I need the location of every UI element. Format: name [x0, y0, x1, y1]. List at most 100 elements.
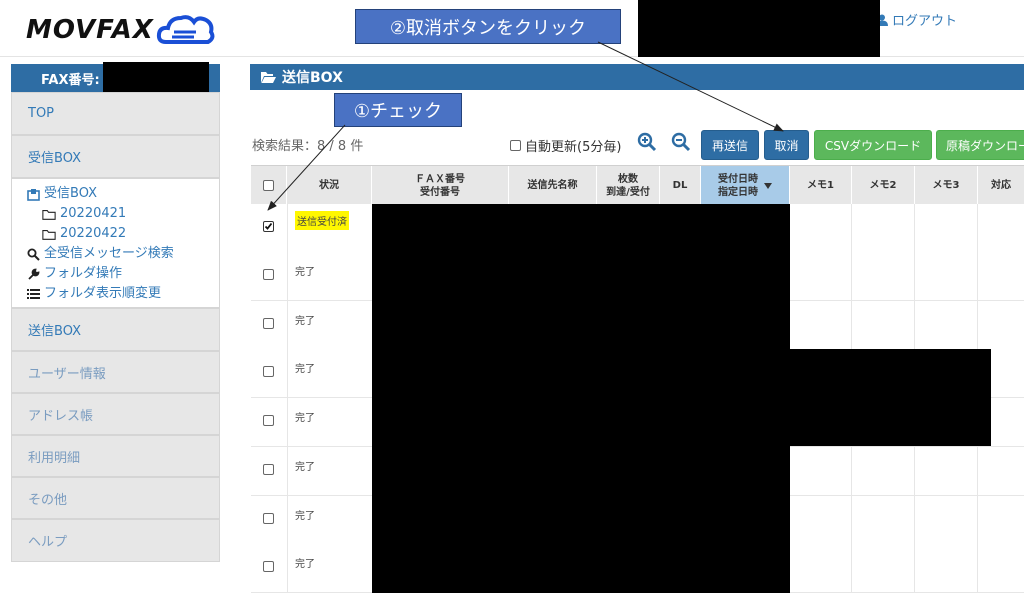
col-fax-number[interactable]: ＦＡＸ番号 受付番号	[372, 166, 509, 205]
col-pages-line1: 枚数	[618, 173, 638, 185]
row-checkbox[interactable]	[263, 513, 274, 524]
callout-step2: ②取消ボタンをクリック	[355, 9, 621, 44]
redacted-table-data	[790, 349, 991, 446]
tree-item-folder-20220421[interactable]: 20220421	[26, 204, 219, 224]
sidebar-item-top[interactable]: TOP	[11, 92, 220, 135]
col-status-label: 状況	[319, 180, 339, 191]
redacted-fax-number	[103, 62, 209, 92]
sidebar-item-user-info[interactable]: ユーザー情報	[11, 351, 220, 393]
col-response-label: 対応	[991, 180, 1011, 191]
sidebar-item-usage[interactable]: 利用明細	[11, 435, 220, 477]
tree-item-label: フォルダ操作	[44, 266, 123, 281]
folder-icon	[42, 227, 56, 241]
tree-item-label: 受信BOX	[44, 186, 97, 201]
row-status: 完了	[295, 316, 315, 327]
col-memo2[interactable]: メモ2	[852, 166, 915, 205]
col-fax-number-line1: ＦＡＸ番号	[415, 173, 465, 185]
col-memo1-label: メモ1	[807, 180, 834, 191]
col-date[interactable]: 受付日時 指定日時	[701, 166, 790, 205]
redacted-header-area	[638, 0, 880, 57]
search-result-count: 検索結果：8 / 8 件	[252, 139, 364, 154]
folder-open-icon	[261, 71, 276, 83]
select-all-checkbox[interactable]	[263, 180, 274, 191]
col-recipient-label: 送信先名称	[527, 180, 578, 191]
row-checkbox[interactable]	[263, 366, 274, 377]
outbox-header: 送信BOX	[250, 64, 1024, 90]
sidebar-item-label: アドレス帳	[28, 408, 94, 424]
tree-item-folder-order[interactable]: フォルダ表示順変更	[26, 284, 219, 304]
sidebar-item-label: 受信BOX	[28, 151, 81, 166]
sidebar-item-label: 送信BOX	[28, 324, 81, 339]
page-title: 送信BOX	[282, 70, 343, 86]
search-icon	[26, 247, 40, 261]
logo-text: MOVFAX	[26, 15, 154, 45]
row-status: 完了	[295, 559, 315, 570]
resend-button[interactable]: 再送信	[701, 130, 759, 160]
sidebar-item-label: その他	[28, 492, 68, 508]
col-date-line2: 指定日時	[718, 186, 758, 198]
row-checkbox[interactable]	[263, 318, 274, 329]
tree-item-inbox[interactable]: 受信BOX	[26, 184, 219, 204]
tree-item-folder-ops[interactable]: フォルダ操作	[26, 264, 219, 284]
table-header: 状況 ＦＡＸ番号 受付番号 送信先名称 枚数 到達/受付 DL 受付日時 指定日時 メ…	[251, 165, 1024, 206]
sidebar-item-label: TOP	[28, 106, 55, 121]
sidebar-item-address-book[interactable]: アドレス帳	[11, 393, 220, 435]
fax-number-label: FAX番号:	[41, 72, 100, 88]
col-date-labels: 受付日時 指定日時	[718, 173, 758, 199]
sidebar-item-label: ユーザー情報	[28, 366, 106, 382]
row-checkbox[interactable]	[263, 464, 274, 475]
column-divider	[287, 204, 288, 593]
sort-desc-icon	[764, 182, 772, 189]
auto-refresh-checkbox[interactable]	[510, 140, 521, 151]
csv-download-button[interactable]: CSVダウンロード	[814, 130, 932, 160]
logout-link[interactable]: ログアウト	[876, 10, 957, 29]
row-status: 完了	[295, 364, 315, 375]
col-memo1[interactable]: メモ1	[790, 166, 852, 205]
inbox-folder-tree: 受信BOX 20220421 20220422 全受信メッセージ検索 フォルダ操…	[11, 178, 220, 308]
zoom-out-icon[interactable]	[671, 132, 691, 152]
row-checkbox-checked[interactable]	[263, 221, 274, 232]
tree-item-label: フォルダ表示順変更	[44, 286, 162, 301]
logout-label: ログアウト	[892, 14, 958, 29]
zoom-in-icon[interactable]	[637, 132, 657, 152]
row-checkbox[interactable]	[263, 269, 274, 280]
col-memo3-label: メモ3	[932, 180, 960, 191]
col-memo2-label: メモ2	[869, 180, 897, 191]
row-status: 完了	[295, 267, 315, 278]
wrench-icon	[26, 267, 40, 281]
sidebar-item-outbox[interactable]: 送信BOX	[11, 308, 220, 351]
col-response[interactable]: 対応	[978, 166, 1024, 205]
folder-icon	[42, 207, 56, 221]
auto-refresh-toggle[interactable]: 自動更新(5分毎)	[510, 136, 621, 155]
tree-item-folder-20220422[interactable]: 20220422	[26, 224, 219, 244]
select-all-cell[interactable]	[251, 166, 287, 205]
col-fax-number-line2: 受付番号	[420, 186, 460, 198]
row-checkbox[interactable]	[263, 561, 274, 572]
list-icon	[26, 287, 40, 301]
sidebar-item-other[interactable]: その他	[11, 477, 220, 519]
row-status: 完了	[295, 462, 315, 473]
col-recipient[interactable]: 送信先名称	[509, 166, 597, 205]
sidebar-item-help[interactable]: ヘルプ	[11, 519, 220, 562]
movfax-logo[interactable]: MOVFAX	[26, 8, 216, 52]
cancel-button[interactable]: 取消	[764, 130, 809, 160]
sidebar-item-label: 利用明細	[28, 450, 81, 466]
sidebar-item-inbox[interactable]: 受信BOX	[11, 135, 220, 178]
tree-item-label: 全受信メッセージ検索	[44, 246, 174, 261]
tree-item-search-all[interactable]: 全受信メッセージ検索	[26, 244, 219, 264]
row-checkbox[interactable]	[263, 415, 274, 426]
redacted-table-data	[372, 204, 790, 593]
col-status[interactable]: 状況	[287, 166, 372, 205]
original-download-button[interactable]: 原稿ダウンロード	[936, 130, 1024, 160]
row-status: 送信受付済	[295, 211, 349, 230]
col-dl-label: DL	[672, 180, 688, 191]
tree-item-label: 20220422	[60, 226, 127, 241]
cloud-fax-icon	[156, 15, 215, 44]
col-pages[interactable]: 枚数 到達/受付	[597, 166, 660, 205]
row-status: 完了	[295, 413, 315, 424]
col-dl[interactable]: DL	[660, 166, 701, 205]
col-memo3[interactable]: メモ3	[915, 166, 978, 205]
col-date-line1: 受付日時	[718, 173, 758, 185]
row-status: 完了	[295, 511, 315, 522]
tree-item-label: 20220421	[60, 206, 127, 221]
